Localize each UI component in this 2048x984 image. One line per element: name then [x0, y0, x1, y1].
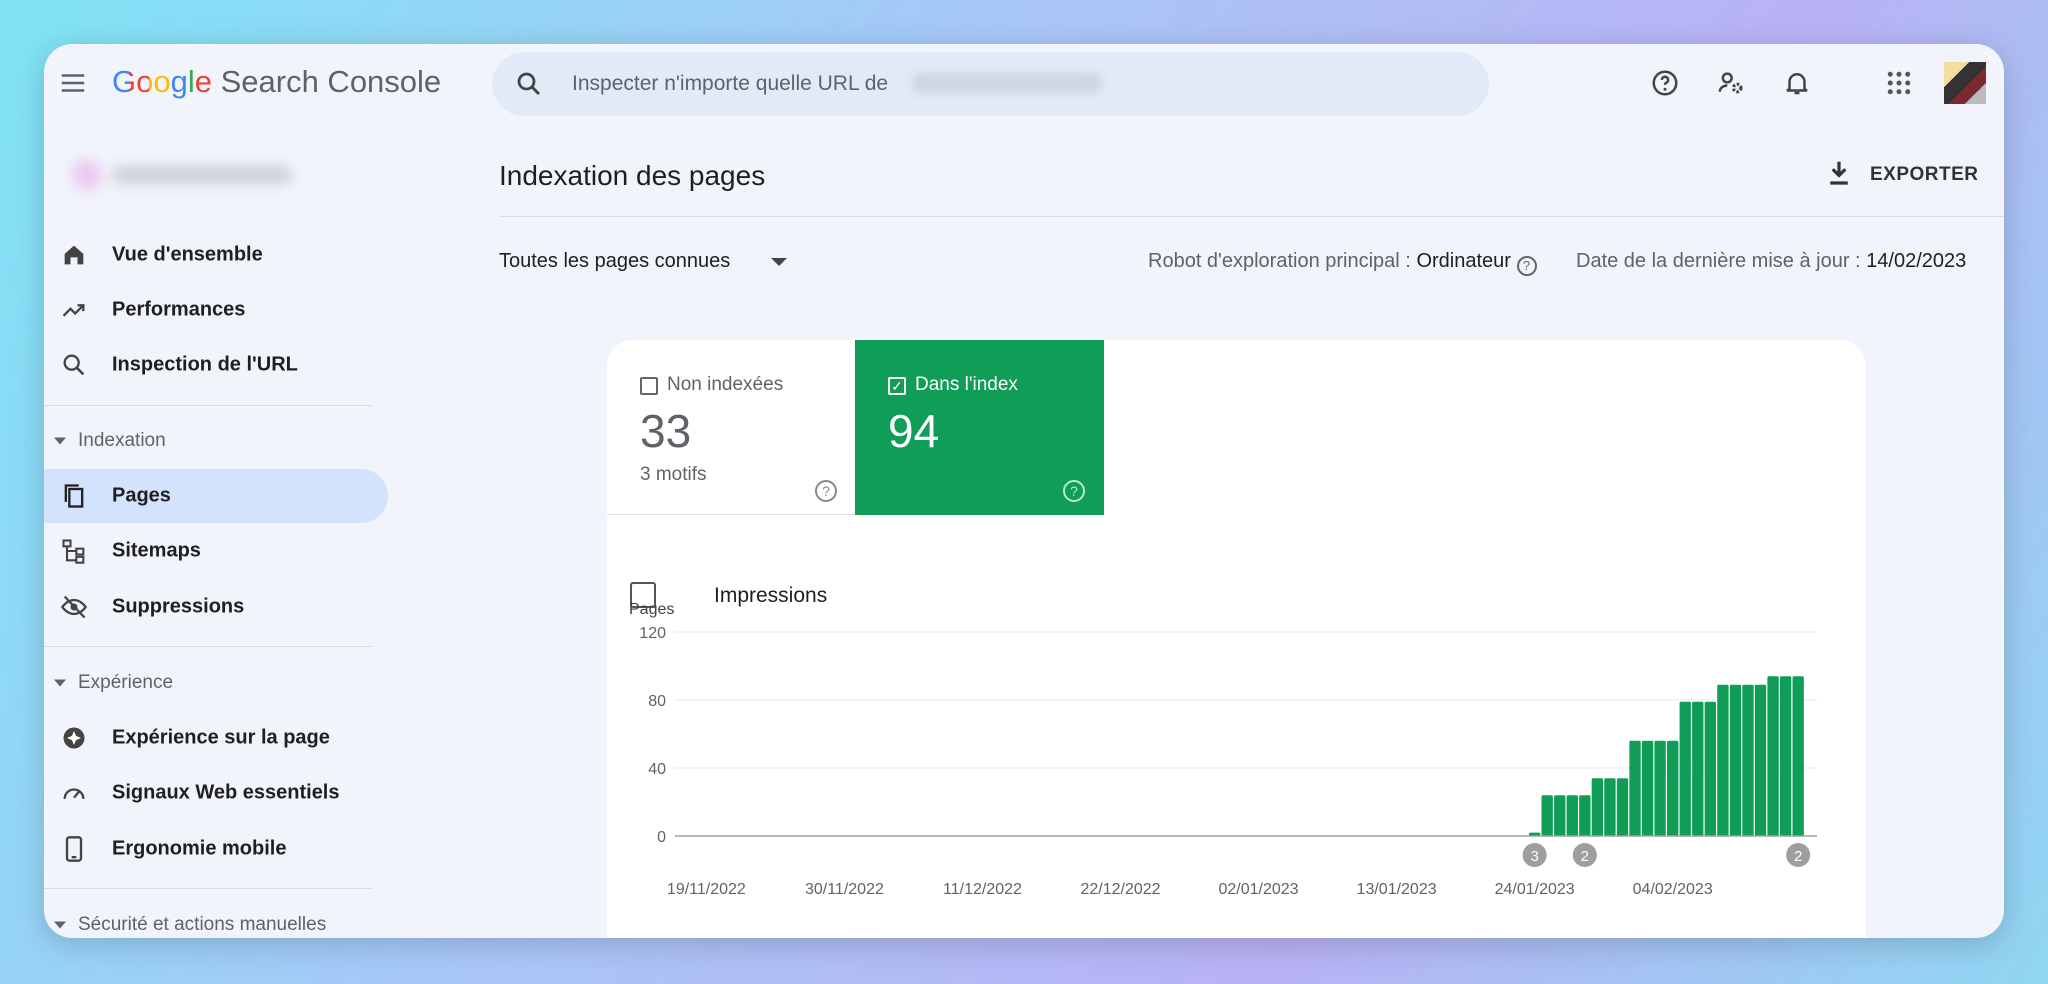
annotation-label: 2: [1794, 848, 1802, 865]
bar: [1729, 684, 1742, 836]
bar: [1629, 740, 1641, 836]
bar: [1742, 684, 1754, 836]
search-console-window: Google Search Console Inspecter n'import…: [44, 44, 2004, 938]
x-tick-label: 22/12/2022: [1080, 881, 1160, 898]
bar: [1541, 795, 1553, 836]
bar: [1679, 701, 1691, 836]
x-tick-label: 19/11/2022: [667, 881, 746, 898]
bar: [1591, 778, 1604, 836]
y-tick-label: 40: [648, 761, 666, 778]
pages-bar-chart: Pages 0 40 80 120 19/11/2022 30/11/2022 11/12/2…: [629, 601, 1817, 898]
bar: [1717, 684, 1729, 836]
annotation-label: 3: [1530, 848, 1538, 865]
bar: [1792, 676, 1804, 836]
bar: [1692, 701, 1704, 836]
x-tick-label: 04/02/2023: [1633, 881, 1713, 898]
bar: [1641, 740, 1654, 836]
y-tick-label: 0: [657, 829, 666, 846]
x-tick-label: 13/01/2023: [1357, 881, 1437, 898]
bar: [1779, 676, 1792, 836]
bar: [1754, 684, 1767, 836]
bar: [1767, 676, 1779, 836]
bar: [1616, 778, 1629, 836]
bar: [1604, 778, 1616, 836]
x-tick-label: 11/12/2022: [943, 881, 1022, 898]
bar: [1704, 701, 1717, 836]
bar: [1667, 740, 1679, 836]
y-tick-label: 80: [648, 693, 666, 710]
x-tick-label: 24/01/2023: [1495, 881, 1575, 898]
annotation-label: 2: [1581, 848, 1589, 865]
x-tick-label: 02/01/2023: [1219, 881, 1299, 898]
x-tick-label: 30/11/2022: [805, 881, 884, 898]
y-axis-label: Pages: [629, 601, 674, 618]
bar: [1654, 740, 1666, 836]
bar: [1554, 795, 1566, 836]
y-tick-label: 120: [639, 625, 666, 642]
bar: [1566, 795, 1578, 836]
bar: [1579, 795, 1591, 836]
